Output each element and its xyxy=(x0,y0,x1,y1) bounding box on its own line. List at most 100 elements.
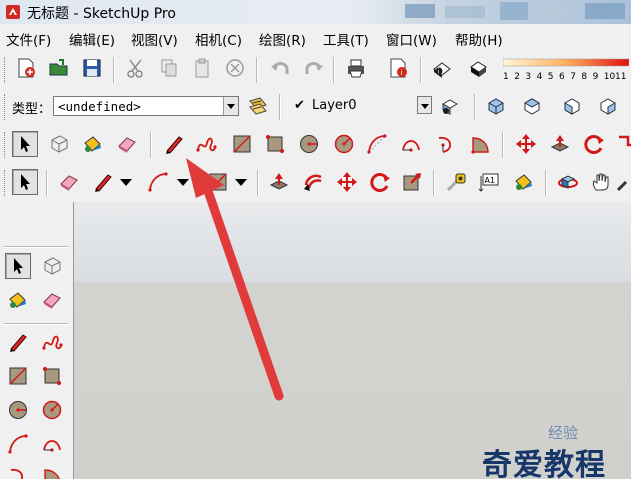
shadows-toggle-button[interactable]: i xyxy=(429,55,455,81)
menu-camera[interactable]: 相机(C) xyxy=(195,29,242,49)
menu-help[interactable]: 帮助(H) xyxy=(455,29,503,49)
offset-tool-button[interactable] xyxy=(300,169,326,195)
follow-me-tool-button[interactable] xyxy=(614,131,631,157)
menu-window[interactable]: 窗口(W) xyxy=(386,29,437,49)
pie-icon xyxy=(471,137,489,154)
display-shadows-button[interactable] xyxy=(465,55,491,81)
menu-view[interactable]: 视图(V) xyxy=(131,29,178,49)
toolbar-grip[interactable] xyxy=(4,94,7,120)
paint-bucket-button-3[interactable] xyxy=(5,287,31,313)
paint-bucket-button[interactable] xyxy=(80,131,106,157)
save-button[interactable] xyxy=(79,55,105,81)
cut-button[interactable] xyxy=(123,55,149,81)
rectangle-icon xyxy=(9,367,27,385)
pie-tool-button-2[interactable] xyxy=(39,463,65,479)
top-view-button[interactable] xyxy=(519,93,545,119)
erase-button[interactable] xyxy=(222,55,248,81)
paste-clipboard-icon xyxy=(195,58,209,78)
rectangle-tool-button-3[interactable] xyxy=(5,363,31,389)
pie-tool-button[interactable] xyxy=(467,131,493,157)
print-button[interactable] xyxy=(343,55,369,81)
rectangle-tool-dropdown[interactable] xyxy=(233,169,249,195)
two-point-arc-tool-button-2[interactable] xyxy=(39,431,65,457)
rotate-tool-button[interactable] xyxy=(581,131,607,157)
tape-measure-button[interactable] xyxy=(443,169,469,195)
menu-file[interactable]: 文件(F) xyxy=(6,29,51,49)
select-tool-button[interactable] xyxy=(12,131,38,157)
freehand-tool-button-2[interactable] xyxy=(39,329,65,355)
arc-tool-button[interactable] xyxy=(364,131,390,157)
toolbar-grip[interactable] xyxy=(4,246,68,248)
menu-tools[interactable]: 工具(T) xyxy=(323,29,369,49)
rotate-tool-button-2[interactable] xyxy=(367,169,393,195)
rectangle-tool-button-2[interactable] xyxy=(205,169,231,195)
eraser-button-2[interactable] xyxy=(56,169,82,195)
paint-bucket-button-2[interactable] xyxy=(511,169,537,195)
shadow-scale-number: 6 xyxy=(559,72,565,82)
dimension-button[interactable]: A1 xyxy=(476,169,502,195)
line-tool-button[interactable] xyxy=(161,131,187,157)
toolbar-grip[interactable] xyxy=(4,57,7,83)
iso-view-button[interactable] xyxy=(483,93,509,119)
menu-draw[interactable]: 绘图(R) xyxy=(259,29,306,49)
title-bar[interactable]: 无标题 - SketchUp Pro xyxy=(0,0,631,24)
watermark: 经验 奇爱教程 xyxy=(478,418,631,479)
arc-icon xyxy=(367,134,387,154)
layer-color-button[interactable] xyxy=(437,93,463,119)
chevron-down-icon[interactable] xyxy=(417,96,432,114)
scale-tool-button[interactable] xyxy=(399,169,425,195)
three-point-arc-icon xyxy=(10,469,23,479)
arc-tool-button-3[interactable] xyxy=(5,431,31,457)
toolbar-grip[interactable] xyxy=(4,170,7,196)
select-tool-button-2[interactable] xyxy=(12,169,38,195)
circle-tool-button-2[interactable] xyxy=(5,397,31,423)
select-tool-button-3[interactable] xyxy=(5,253,31,279)
model-info-button[interactable]: i xyxy=(385,55,411,81)
open-button[interactable] xyxy=(46,55,72,81)
entity-type-dropdown[interactable]: <undefined> xyxy=(53,96,239,116)
new-document-button[interactable] xyxy=(13,55,39,81)
front-view-button[interactable] xyxy=(559,93,585,119)
polygon-tool-button-2[interactable] xyxy=(39,397,65,423)
arc-tool-button-2[interactable] xyxy=(145,169,171,195)
menu-edit[interactable]: 编辑(E) xyxy=(69,29,115,49)
rotated-rectangle-tool-button[interactable] xyxy=(262,131,288,157)
pan-tool-button[interactable] xyxy=(588,169,614,195)
zoom-tool-button[interactable] xyxy=(616,169,631,195)
shadow-scale-number: 10 xyxy=(603,72,616,82)
copy-button[interactable] xyxy=(156,55,182,81)
three-point-arc-tool-button[interactable] xyxy=(433,131,459,157)
eraser-button-3[interactable] xyxy=(39,287,65,313)
scale-icon xyxy=(403,173,421,191)
rectangle-tool-button[interactable] xyxy=(229,131,255,157)
paste-button[interactable] xyxy=(189,55,215,81)
line-tool-button-3[interactable] xyxy=(5,329,31,355)
freehand-tool-button[interactable] xyxy=(193,131,219,157)
arc-tool-dropdown[interactable] xyxy=(175,169,191,195)
line-tool-button-2[interactable] xyxy=(90,169,116,195)
right-view-button[interactable] xyxy=(595,93,621,119)
push-pull-tool-button-2[interactable] xyxy=(266,169,292,195)
eraser-button[interactable] xyxy=(114,131,140,157)
move-tool-button-2[interactable] xyxy=(334,169,360,195)
circle-tool-button[interactable] xyxy=(296,131,322,157)
two-point-arc-tool-button[interactable] xyxy=(398,131,424,157)
redo-button[interactable] xyxy=(300,55,326,81)
three-point-arc-tool-button-2[interactable] xyxy=(5,463,31,479)
chevron-down-icon[interactable] xyxy=(223,97,238,115)
undo-button[interactable] xyxy=(268,55,294,81)
rotated-rectangle-tool-button-2[interactable] xyxy=(39,363,65,389)
orbit-tool-button[interactable] xyxy=(555,169,581,195)
layer-dropdown[interactable]: Layer0 xyxy=(290,96,432,116)
push-pull-tool-button[interactable] xyxy=(547,131,573,157)
arc-icon xyxy=(148,172,168,192)
make-component-button[interactable] xyxy=(46,131,72,157)
layer-manager-button[interactable] xyxy=(245,93,271,119)
line-tool-dropdown[interactable] xyxy=(118,169,134,195)
make-component-button-2[interactable] xyxy=(39,253,65,279)
shadow-scale-number: 3 xyxy=(525,72,532,82)
toolbar-grip[interactable] xyxy=(4,132,7,158)
top-view-icon xyxy=(523,98,541,115)
move-tool-button[interactable] xyxy=(513,131,539,157)
polygon-tool-button[interactable] xyxy=(331,131,357,157)
